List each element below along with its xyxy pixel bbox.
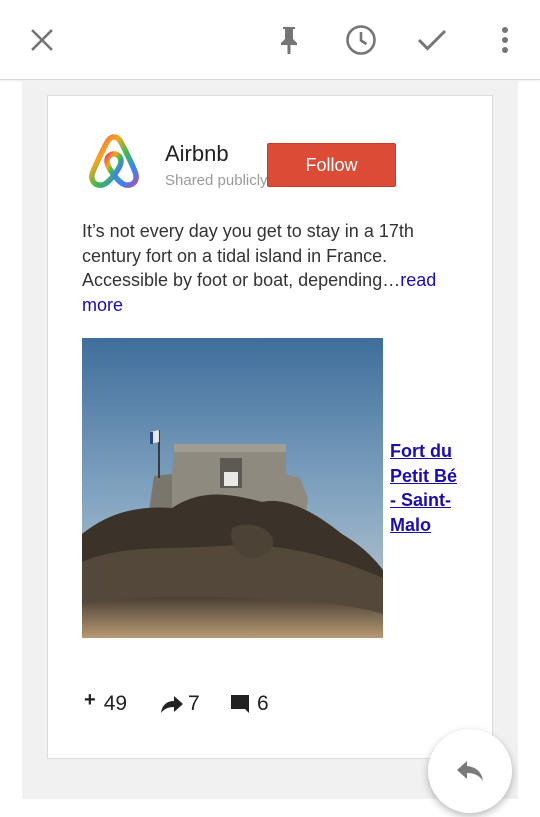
plus-count: 49 xyxy=(103,692,128,715)
author-name[interactable]: Airbnb xyxy=(165,141,229,167)
link-title[interactable]: Fort du Petit Bé - Saint-Malo xyxy=(390,439,462,537)
share-stat[interactable]: 7 xyxy=(160,692,200,716)
comment-stat[interactable]: 6 xyxy=(231,692,269,716)
comment-count: 6 xyxy=(257,692,269,715)
visibility-label: Shared publicly xyxy=(165,172,268,189)
reply-button[interactable] xyxy=(428,729,512,813)
post-body: It’s not every day you get to stay in a … xyxy=(82,221,414,290)
more-vertical-icon[interactable] xyxy=(483,18,527,62)
comment-icon xyxy=(231,695,249,713)
reply-icon xyxy=(455,759,485,783)
check-icon[interactable] xyxy=(410,18,454,62)
post-image[interactable] xyxy=(82,338,383,638)
post-text: It’s not every day you get to stay in a … xyxy=(82,219,438,317)
pin-icon[interactable] xyxy=(267,18,311,62)
snooze-clock-icon[interactable] xyxy=(339,18,383,62)
follow-button[interactable]: Follow xyxy=(267,143,396,187)
action-toolbar xyxy=(0,0,540,80)
share-count: 7 xyxy=(188,692,200,715)
plus-one-stat[interactable]: + 49 xyxy=(84,688,128,716)
airbnb-logo[interactable] xyxy=(86,133,142,189)
plus-icon: + xyxy=(84,688,96,711)
share-icon xyxy=(160,694,184,714)
close-icon[interactable] xyxy=(20,18,64,62)
